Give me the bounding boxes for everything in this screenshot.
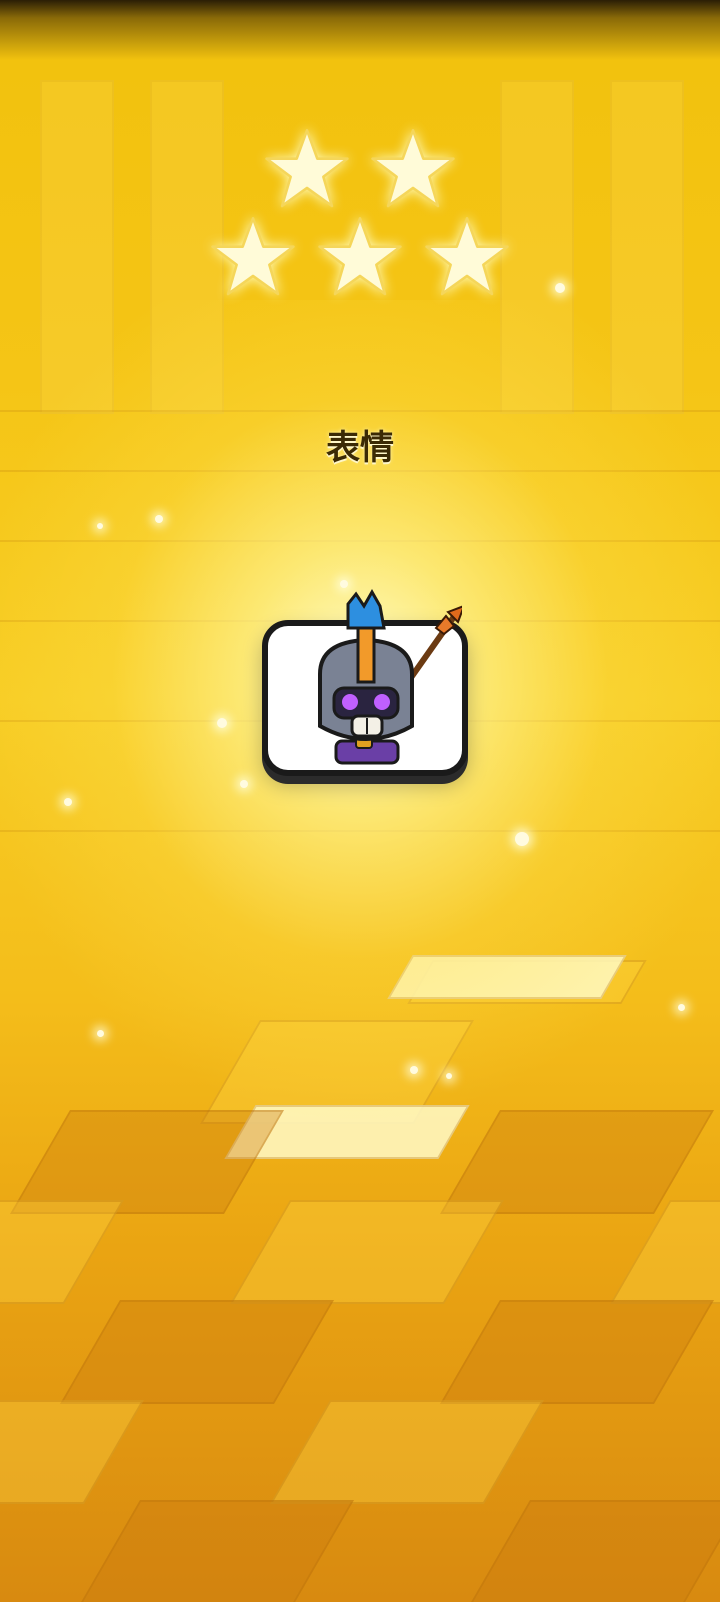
sparkle (64, 798, 72, 806)
star-icon (210, 214, 296, 300)
sparkle (155, 515, 163, 523)
floor-tile (0, 1200, 125, 1304)
skeleton-knight-arrow-emote-icon (318, 588, 462, 765)
sparkle (97, 1030, 104, 1037)
star-icon (264, 126, 350, 212)
floor-tile (59, 1300, 335, 1404)
floor-tile (269, 1400, 545, 1504)
sparkle (97, 523, 103, 529)
star-icon (424, 214, 510, 300)
emote-reward-card[interactable] (262, 588, 468, 776)
star-icon (370, 126, 456, 212)
floor-tile (469, 1500, 720, 1602)
floor-tile (439, 1300, 715, 1404)
sparkle (678, 1004, 685, 1011)
floor-tile (229, 1200, 505, 1304)
sparkle (446, 1073, 452, 1079)
star-rating (0, 120, 720, 300)
sparkle (410, 1066, 418, 1074)
floor-tile (0, 1400, 145, 1504)
floor-tile (609, 1200, 720, 1304)
reward-type-title: 表情 (326, 428, 394, 468)
sparkle (217, 718, 227, 728)
star-icon (317, 214, 403, 300)
sparkle (240, 780, 248, 788)
sparkle (515, 832, 529, 846)
floor-tile (79, 1500, 355, 1602)
